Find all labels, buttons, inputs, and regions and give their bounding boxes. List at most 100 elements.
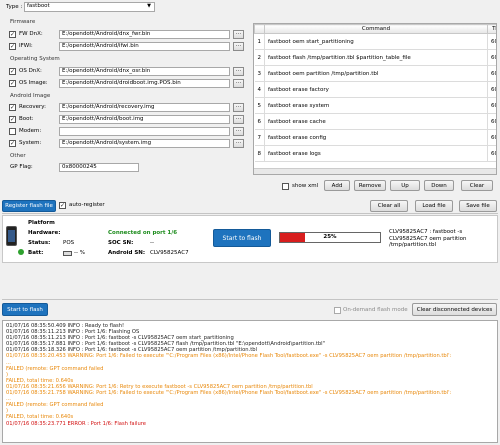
clear-disconnected-button[interactable]: Clear disconnected devices (412, 303, 497, 316)
os-image-label: OS Image: (19, 80, 48, 86)
show-xml-checkbox[interactable] (282, 183, 289, 190)
batt-label: Batt: (28, 250, 44, 256)
boot-label: Boot: (19, 116, 34, 122)
platform-title: Platform (28, 220, 55, 226)
type-select-value: fastboot (27, 3, 50, 9)
flash-progress-text: 25% (323, 234, 337, 240)
scrollbar-horizontal[interactable] (254, 168, 496, 174)
fw-dnx-browse-button[interactable]: ... (233, 30, 244, 39)
android-sn-label: Android SN: (108, 250, 146, 256)
os-image-field[interactable]: E:/opendott/Android/droidboot.img.POS.bi… (59, 79, 230, 88)
batt-value: -- % (74, 250, 85, 256)
row-number: 5 (254, 97, 265, 114)
auto-register-label: auto-register (69, 202, 105, 208)
system-field[interactable]: E:/opendott/Android/system.img (59, 139, 230, 148)
os-image-checkbox[interactable]: ✓ (9, 80, 16, 87)
type-select[interactable]: fastboot ▼ (24, 2, 155, 12)
boot-field[interactable]: E:/opendott/Android/boot.img (59, 115, 230, 124)
system-checkbox[interactable]: ✓ (9, 140, 16, 147)
system-browse-button[interactable]: ... (233, 139, 244, 148)
table-row[interactable]: 8fastboot erase logs60000 (254, 145, 496, 162)
start-to-flash-button[interactable]: Start to flash (2, 303, 48, 316)
modem-field[interactable] (59, 127, 230, 136)
status-label: Status: (28, 240, 51, 246)
row-number: 7 (254, 129, 265, 146)
os-dnx-browse-button[interactable]: ... (233, 67, 244, 76)
remove-button[interactable]: Remove (354, 180, 386, 191)
os-dnx-field[interactable]: E:/opendott/Android/dnx_osr.bin (59, 67, 230, 76)
timeout-cell: 60000 (487, 81, 496, 98)
clear-button[interactable]: Clear (461, 180, 493, 191)
recovery-checkbox[interactable]: ✓ (9, 104, 16, 111)
os-section-title: Operating System (10, 56, 60, 62)
os-dnx-label: OS DnX: (19, 68, 42, 74)
boot-checkbox[interactable]: ✓ (9, 116, 16, 123)
timeout-cell: 60000 (487, 97, 496, 114)
save-file-button[interactable]: Save file (459, 200, 497, 212)
timeout-cell: 60000 (487, 145, 496, 162)
ifwi-checkbox[interactable]: ✓ (9, 43, 16, 50)
command-cell: fastboot erase system (264, 97, 488, 114)
timeout-column-header: Timeo (487, 24, 496, 34)
boot-browse-button[interactable]: ... (233, 115, 244, 124)
timeout-cell: 60000 (487, 65, 496, 82)
android-section-title: Android Image (10, 93, 51, 99)
recovery-field[interactable]: E:/opendott/Android/recovery.img (59, 103, 230, 112)
recovery-browse-button[interactable]: ... (233, 103, 244, 112)
table-row[interactable]: 3 fastboot oem partition /tmp/partition.t… (254, 65, 496, 82)
soc-sn-label: SOC SN: (108, 240, 134, 246)
table-row[interactable]: 5fastboot erase system60000 (254, 97, 496, 114)
divider (2, 213, 498, 214)
soc-sn-value: -- (150, 240, 154, 246)
other-section-title: Other (10, 153, 26, 159)
row-number: 1 (254, 33, 265, 50)
modem-browse-button[interactable]: ... (233, 127, 244, 136)
android-sn-value: CLV95825AC7 (150, 250, 189, 256)
command-cell: fastboot erase cache (264, 113, 488, 130)
battery-icon (63, 251, 72, 256)
timeout-cell: 60000 (487, 129, 496, 146)
phone-icon (6, 226, 17, 246)
divider (2, 299, 498, 300)
device-command-text: CLV95825AC7 : fastboot -s CLV95825AC7 oe… (389, 229, 467, 248)
table-row[interactable]: 4fastboot erase factory60000 (254, 81, 496, 98)
table-row[interactable]: 1fastboot oem start_partitioning60000 (254, 33, 496, 50)
command-cell: fastboot erase config (264, 129, 488, 146)
add-button[interactable]: Add (324, 180, 350, 191)
recovery-label: Recovery: (19, 104, 46, 110)
row-number: 3 (254, 65, 265, 82)
show-xml-label: show xml (292, 183, 319, 189)
ifwi-field[interactable]: E:/opendott/Android/ifwi.bin (59, 42, 230, 51)
table-row[interactable]: 2 fastboot flash /tmp/partition.tbl $part… (254, 49, 496, 66)
auto-register-checkbox[interactable]: ✓ (59, 202, 66, 209)
load-file-button[interactable]: Load file (415, 200, 453, 212)
up-button[interactable]: Up (390, 180, 420, 191)
row-number: 8 (254, 145, 265, 162)
modem-checkbox[interactable] (9, 128, 16, 135)
command-table[interactable]: Command Timeo 1fastboot oem start_partit… (253, 23, 497, 175)
ifwi-browse-button[interactable]: ... (233, 42, 244, 51)
fw-dnx-checkbox[interactable]: ✓ (9, 31, 16, 38)
clear-all-button[interactable]: Clear all (370, 200, 408, 212)
register-flash-file-tab[interactable]: Register flash file (2, 200, 56, 212)
down-button[interactable]: Down (424, 180, 454, 191)
table-row[interactable]: 6fastboot erase cache60000 (254, 113, 496, 130)
row-number: 4 (254, 81, 265, 98)
command-cell: fastboot oem partition /tmp/partition.tb… (264, 65, 488, 82)
fw-dnx-label: FW DnX: (19, 31, 43, 37)
log-line: 01/07/16 08:35:23.771 ERROR : Port 1/6: … (6, 420, 146, 427)
modem-label: Modem: (19, 128, 42, 134)
device-start-flash-button[interactable]: Start to flash (213, 229, 271, 247)
os-image-browse-button[interactable]: ... (233, 79, 244, 88)
on-demand-checkbox[interactable] (334, 307, 341, 314)
ifwi-label: IFWI: (19, 43, 33, 49)
command-cell: fastboot flash /tmp/partition.tbl $parti… (264, 49, 488, 66)
table-row[interactable]: 7fastboot erase config60000 (254, 129, 496, 146)
gp-flag-field[interactable]: 0x80000245 (59, 163, 139, 172)
on-demand-label: On-demand flash mode (343, 307, 408, 313)
os-dnx-checkbox[interactable]: ✓ (9, 68, 16, 75)
fw-dnx-field[interactable]: E:/opendott/Android/dnx_fwr.bin (59, 30, 230, 39)
flash-progress-bar: 25% (279, 232, 381, 243)
command-cell: fastboot erase factory (264, 81, 488, 98)
log-output[interactable]: 01/07/16 08:35:50.409 INFO : Ready to fl… (2, 320, 498, 443)
